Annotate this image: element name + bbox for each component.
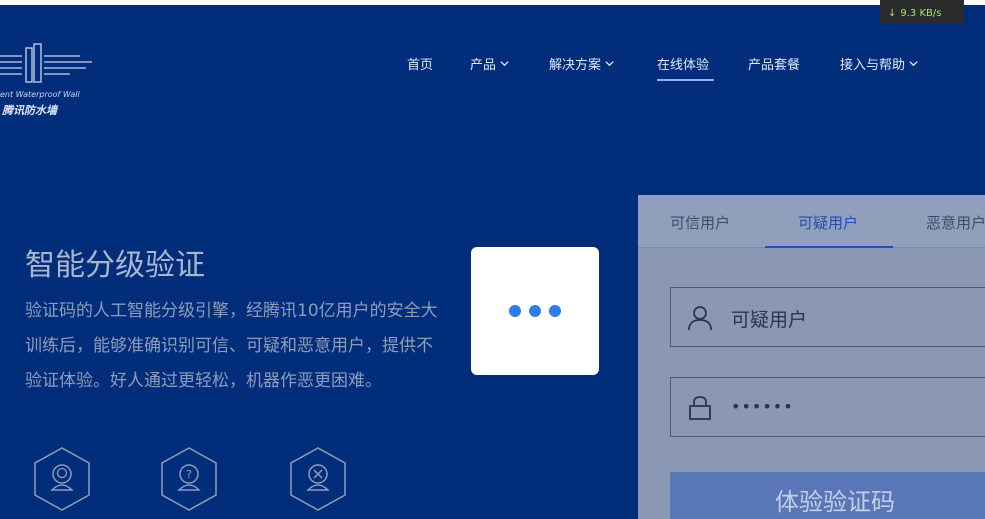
tab-suspicious-user[interactable]: 可疑用户: [798, 212, 858, 233]
username-field[interactable]: 可疑用户: [670, 287, 985, 347]
nav-item-products[interactable]: 产品: [470, 54, 509, 73]
nav-item-home[interactable]: 首页: [407, 54, 434, 73]
nav-active-underline: [657, 79, 714, 81]
nav-item-help[interactable]: 接入与帮助: [840, 54, 918, 73]
trusted-user-hex-icon: [34, 447, 90, 511]
hero-description-line: 验证码的人工智能分级引擎，经腾讯10亿用户的安全大: [25, 301, 438, 321]
try-captcha-button[interactable]: 体验验证码: [670, 472, 985, 519]
password-field[interactable]: ••••••: [670, 377, 985, 437]
chevron-down-icon: [500, 60, 509, 66]
logo-chinese-text: 腾讯防水墙: [2, 104, 57, 117]
nav-item-label: 在线体验: [657, 57, 710, 73]
nav-item-packages[interactable]: 产品套餐: [748, 54, 801, 73]
tencent-wall-logo-icon: [0, 43, 92, 83]
nav-item-label: 解决方案: [549, 57, 602, 73]
nav-item-label: 产品套餐: [748, 57, 801, 73]
tab-active-underline: [765, 246, 893, 248]
svg-text:?: ?: [186, 468, 192, 481]
suspicious-user-hex-icon: ?: [161, 447, 217, 511]
tab-malicious-user[interactable]: 恶意用户: [926, 212, 985, 233]
hero-title: 智能分级验证: [25, 248, 205, 283]
loading-dot: [549, 305, 561, 317]
net-speed-indicator: ↓ 9.3 KB/s: [880, 0, 964, 24]
nav-item-label: 接入与帮助: [840, 57, 906, 73]
loading-dot: [529, 305, 541, 317]
malicious-user-hex-icon: [290, 447, 346, 511]
nav-item-label: 首页: [407, 57, 434, 73]
user-icon: [688, 306, 712, 331]
nav-item-online-demo[interactable]: 在线体验: [657, 54, 710, 73]
hero-description-line: 训练后，能够准确识别可信、可疑和恶意用户，提供不: [25, 336, 433, 356]
hero-description-line: 验证体验。好人通过更轻松，机器作恶更困难。: [25, 371, 382, 391]
username-value: 可疑用户: [731, 309, 808, 331]
nav-item-label: 产品: [470, 57, 497, 73]
chevron-down-icon: [605, 60, 614, 66]
chevron-down-icon: [909, 60, 918, 66]
user-type-tabs: 可信用户 可疑用户 恶意用户: [638, 195, 985, 248]
logo-english-text: ent Waterproof Wall: [0, 90, 80, 99]
nav-item-solutions[interactable]: 解决方案: [549, 54, 614, 73]
loading-overlay: [471, 247, 599, 375]
site-logo[interactable]: ent Waterproof Wall 腾讯防水墙: [0, 42, 100, 120]
net-speed-value: 9.3 KB/s: [900, 8, 942, 19]
lock-icon: [689, 396, 711, 420]
download-arrow-icon: ↓: [888, 8, 897, 19]
loading-dot: [509, 305, 521, 317]
loading-dots-icon: [505, 305, 565, 317]
password-value: ••••••: [731, 397, 794, 416]
tab-trusted-user[interactable]: 可信用户: [670, 212, 730, 233]
top-strip: [0, 0, 985, 5]
demo-panel: 可信用户 可疑用户 恶意用户 可疑用户 •••••• 体验验证码: [638, 195, 985, 519]
